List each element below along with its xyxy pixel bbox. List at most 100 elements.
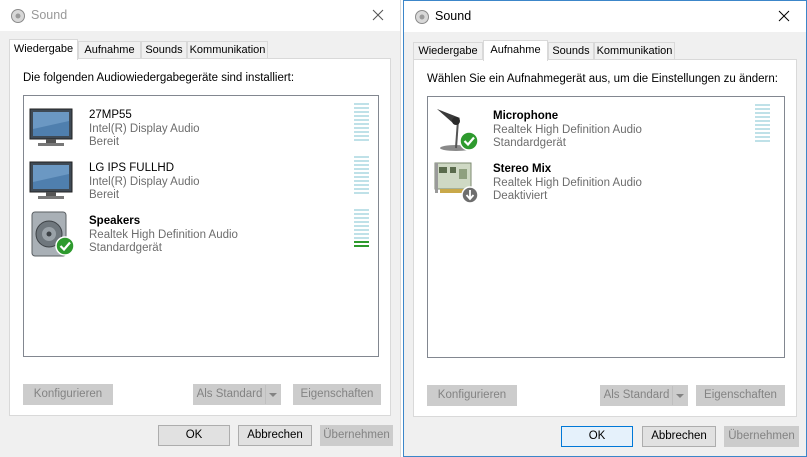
device-driver: Realtek High Definition Audio [89, 229, 238, 241]
meter-segment [755, 124, 770, 126]
cancel-button[interactable]: Abbrechen [642, 426, 716, 447]
meter-segment [354, 192, 369, 194]
list-item-27mp55[interactable]: 27MP55 Intel(R) Display Audio Bereit [24, 101, 378, 151]
properties-button[interactable]: Eigenschaften [696, 385, 785, 406]
playback-panel: Die folgenden Audiowiedergabegeräte sind… [9, 58, 391, 416]
meter-segment [354, 115, 369, 117]
meter-segment [755, 104, 770, 106]
device-driver: Realtek High Definition Audio [493, 124, 642, 136]
tab-wiedergabe[interactable]: Wiedergabe [413, 42, 483, 60]
monitor-icon [29, 108, 73, 146]
meter-segment [755, 136, 770, 138]
meter-segment [354, 245, 369, 247]
device-status: Deaktiviert [493, 190, 548, 202]
meter-segment [354, 225, 369, 227]
device-name: Stereo Mix [493, 163, 552, 175]
close-icon [778, 10, 790, 22]
device-driver: Realtek High Definition Audio [493, 177, 642, 189]
meter-segment [354, 188, 369, 190]
level-meter [354, 156, 369, 198]
device-list[interactable]: Microphone Realtek High Definition Audio… [427, 96, 785, 358]
set-default-label: Als Standard [196, 388, 263, 400]
meter-segment [354, 221, 369, 223]
device-name: Speakers [89, 215, 141, 227]
tab-sounds[interactable]: Sounds [141, 41, 187, 59]
level-meter [354, 103, 369, 145]
close-button[interactable] [356, 0, 400, 31]
list-item-stereo-mix[interactable]: Stereo Mix Realtek High Definition Audio… [428, 155, 784, 205]
meter-segment [354, 172, 369, 174]
meter-segment [354, 111, 369, 113]
device-name: Microphone [493, 110, 559, 122]
meter-segment [354, 209, 369, 211]
meter-segment [354, 156, 369, 158]
meter-segment [354, 123, 369, 125]
meter-segment [354, 131, 369, 133]
device-status: Bereit [89, 136, 120, 148]
meter-segment [354, 241, 369, 243]
title-bar: Sound [0, 0, 400, 31]
cancel-button[interactable]: Abbrechen [238, 425, 312, 446]
meter-segment [755, 108, 770, 110]
meter-segment [354, 233, 369, 235]
properties-button[interactable]: Eigenschaften [293, 384, 381, 405]
meter-segment [354, 103, 369, 105]
meter-segment [354, 164, 369, 166]
device-status: Standardgerät [493, 137, 566, 149]
meter-segment [755, 128, 770, 130]
tab-sounds[interactable]: Sounds [548, 42, 594, 60]
device-name: 27MP55 [89, 109, 132, 121]
recording-panel: Wählen Sie ein Aufnahmegerät aus, um die… [413, 59, 797, 417]
meter-segment [354, 168, 369, 170]
meter-segment [755, 112, 770, 114]
set-default-button[interactable]: Als Standard [193, 384, 281, 405]
meter-segment [354, 160, 369, 162]
tab-aufnahme[interactable]: Aufnahme [78, 41, 141, 59]
device-status: Standardgerät [89, 242, 162, 254]
tab-aufnahme[interactable]: Aufnahme [483, 40, 548, 61]
level-meter [755, 104, 770, 146]
meter-segment [354, 119, 369, 121]
configure-button[interactable]: Konfigurieren [427, 385, 517, 406]
ok-button[interactable]: OK [158, 425, 230, 446]
microphone-icon [437, 109, 479, 151]
meter-segment [755, 120, 770, 122]
meter-segment [354, 135, 369, 137]
meter-segment [354, 217, 369, 219]
close-icon [372, 9, 384, 21]
speaker-icon [31, 211, 75, 257]
tab-kommunikation[interactable]: Kommunikation [594, 42, 675, 60]
monitor-icon [29, 161, 73, 199]
meter-segment [354, 180, 369, 182]
chevron-down-icon[interactable] [265, 385, 280, 404]
meter-segment [354, 107, 369, 109]
device-list[interactable]: 27MP55 Intel(R) Display Audio Bereit LG … [23, 95, 379, 357]
list-item-microphone[interactable]: Microphone Realtek High Definition Audio… [428, 102, 784, 152]
list-item-lg-ips-fullhd[interactable]: LG IPS FULLHD Intel(R) Display Audio Ber… [24, 154, 378, 204]
sound-dialog-recording: Sound Wiedergabe Aufnahme Sounds Kommuni… [403, 0, 807, 457]
window-title: Sound [435, 9, 472, 23]
tab-kommunikation[interactable]: Kommunikation [187, 41, 268, 59]
level-meter [354, 209, 369, 251]
sound-card-icon [434, 162, 479, 204]
close-button[interactable] [762, 1, 806, 32]
chevron-down-icon[interactable] [672, 386, 687, 405]
apply-button[interactable]: Übernehmen [320, 425, 393, 446]
list-item-speakers[interactable]: Speakers Realtek High Definition Audio S… [24, 207, 378, 257]
meter-segment [354, 237, 369, 239]
sound-app-icon [11, 9, 25, 23]
sound-app-icon [415, 10, 429, 24]
sound-dialog-playback: Sound Wiedergabe Aufnahme Sounds Kommuni… [0, 0, 401, 457]
meter-segment [755, 132, 770, 134]
apply-button[interactable]: Übernehmen [724, 426, 799, 447]
meter-segment [354, 176, 369, 178]
panel-description: Wählen Sie ein Aufnahmegerät aus, um die… [427, 73, 778, 85]
device-driver: Intel(R) Display Audio [89, 176, 200, 188]
meter-segment [354, 229, 369, 231]
ok-button[interactable]: OK [561, 426, 633, 447]
tab-wiedergabe[interactable]: Wiedergabe [9, 39, 78, 60]
title-bar: Sound [404, 1, 806, 32]
configure-button[interactable]: Konfigurieren [23, 384, 113, 405]
set-default-button[interactable]: Als Standard [600, 385, 688, 406]
meter-segment [755, 140, 770, 142]
